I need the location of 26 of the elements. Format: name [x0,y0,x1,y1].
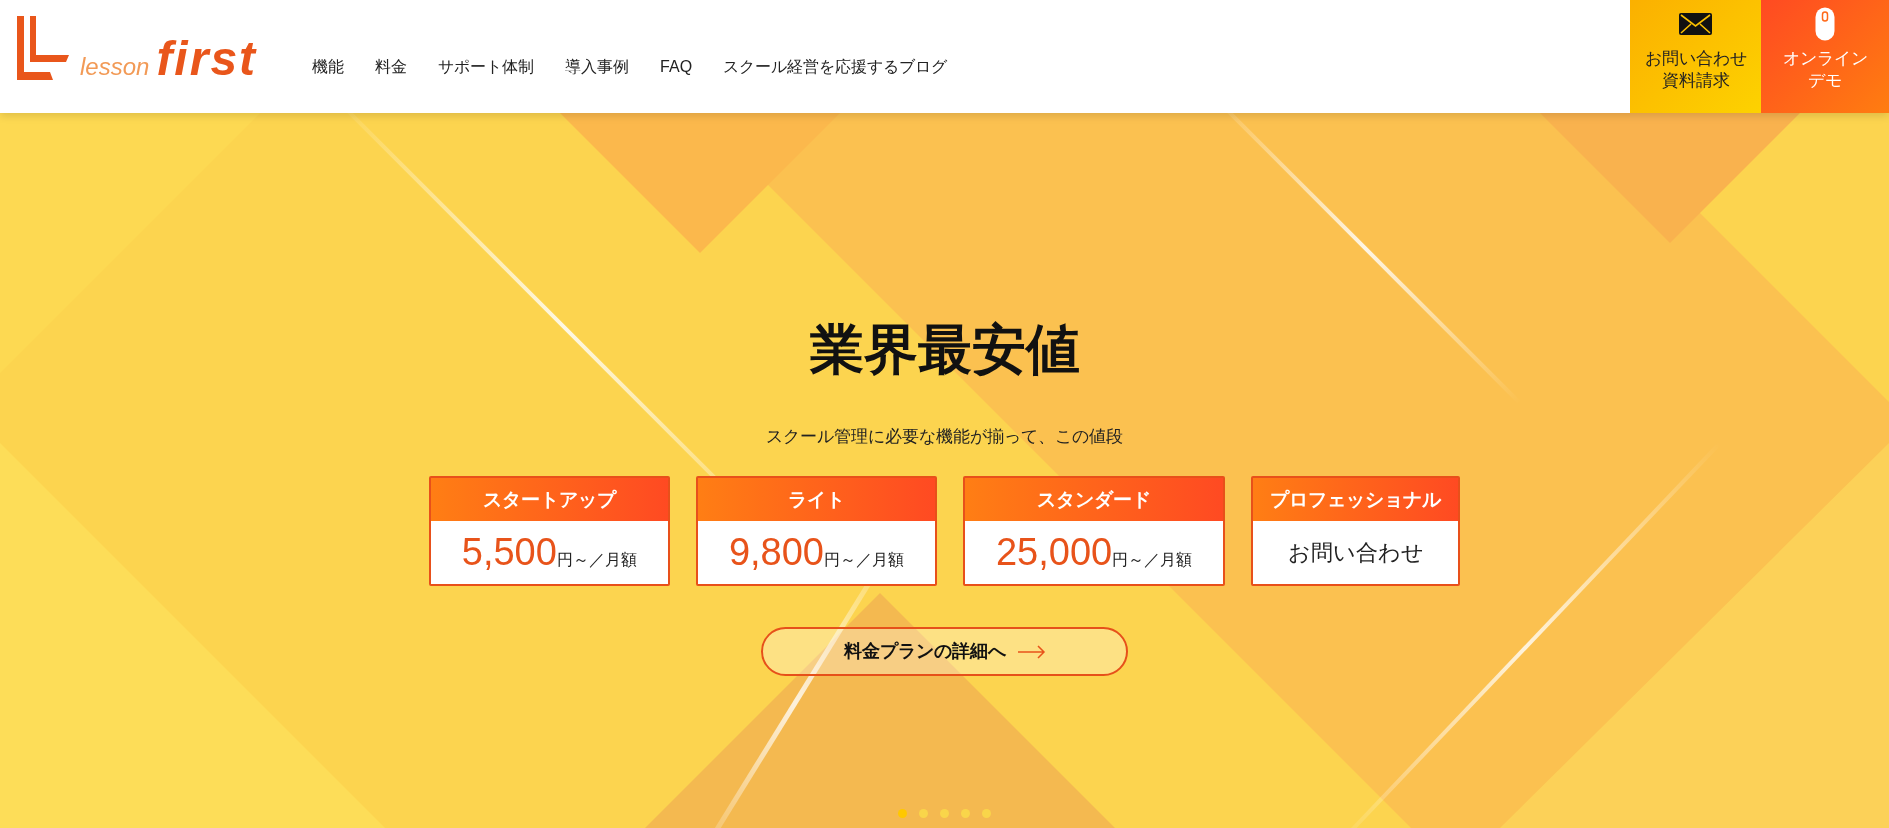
plan-name: ライト [697,478,935,522]
contact-text: お問い合わせ [1287,539,1424,568]
plan-name: スタートアップ [430,478,668,522]
hero-title: 業界最安値 [809,318,1080,381]
envelope-icon [1679,13,1712,35]
nav-link[interactable]: サポート体制 [438,55,535,79]
hero-subtitle: スクール管理に必要な機能が揃って、この値段 [766,425,1123,448]
plan-price: 5,500 [461,533,557,572]
price-unit: 円～／月額 [1112,550,1193,571]
nav-link[interactable]: 導入事例 [565,55,630,79]
logo-mark-icon [17,16,69,80]
plan-details-button[interactable]: 料金プランの詳細へ [761,627,1128,677]
arrow-icon [1017,644,1046,659]
price-unit: 円～／月額 [823,550,904,571]
plan-name: スタンダード [964,478,1224,522]
nav-link[interactable]: 機能 [312,55,345,79]
plan-price: 9,800 [728,533,824,572]
logo[interactable]: lesson first [0,0,258,113]
plan-price: 25,000 [995,533,1113,572]
mouse-icon [1815,7,1835,41]
nav-link[interactable]: FAQ [660,55,693,79]
plan-name: プロフェッショナル [1253,478,1459,522]
nav-link[interactable]: 料金 [375,55,408,79]
nav-link[interactable]: スクール経営を応援するブログ [723,55,948,79]
price-unit: 円～／月額 [556,550,637,571]
contact-button[interactable]: お問い合わせ 資料請求 [1630,0,1761,113]
